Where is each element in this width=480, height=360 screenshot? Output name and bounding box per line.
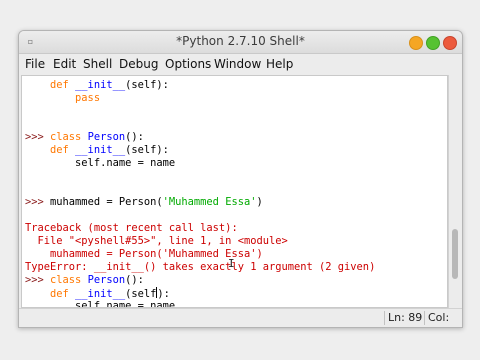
shell-line: def __init__(self):: [25, 144, 169, 157]
menu-shell[interactable]: Shell: [83, 57, 112, 71]
code-token: def: [25, 288, 76, 300]
shell-line: >>> class Person():: [25, 131, 144, 144]
code-token: pass: [75, 92, 101, 104]
code-token: ():: [125, 274, 144, 286]
shell-line: pass: [25, 92, 100, 105]
menu-bar: File Edit Shell Debug Options Window Hel…: [19, 54, 462, 74]
menu-window[interactable]: Window: [214, 57, 261, 71]
title-bar[interactable]: ▫ *Python 2.7.10 Shell*: [19, 31, 462, 54]
close-button[interactable]: [443, 36, 457, 50]
shell-line: self.name = name: [25, 300, 176, 308]
vertical-scrollbar[interactable]: [448, 75, 461, 308]
shell-line: >>> class Person():: [25, 274, 144, 287]
shell-line: File "<pyshell#55>", line 1, in <module>: [25, 235, 288, 248]
code-token: ):: [157, 288, 170, 300]
menu-file[interactable]: File: [25, 57, 45, 71]
minimize-button[interactable]: [409, 36, 423, 50]
code-token: def: [25, 79, 76, 91]
shell-line: self.name = name: [25, 157, 175, 170]
shell-line: >>> muhammed = Person('Muhammed Essa'): [25, 196, 263, 209]
window-title: *Python 2.7.10 Shell*: [176, 34, 305, 48]
code-token: >>>: [25, 196, 51, 208]
code-token: 'Muhammed Essa': [162, 196, 257, 208]
code-token: (self):: [125, 79, 169, 91]
shell-text-area[interactable]: def __init__(self): pass >>> class Person…: [21, 75, 448, 308]
code-token: __init__: [75, 79, 126, 91]
idle-shell-window: ▫ *Python 2.7.10 Shell* File Edit Shell …: [18, 30, 463, 328]
code-token: Traceback (most recent call last):: [25, 222, 238, 234]
menu-options[interactable]: Options: [165, 57, 211, 71]
text-cursor-icon: I: [228, 257, 235, 270]
code-token: class: [50, 274, 88, 286]
code-token: >>>: [25, 274, 51, 286]
shell-line: def __init__(self):: [25, 287, 170, 300]
column-number-status: Col: 18: [424, 311, 462, 327]
shell-line: def __init__(self):: [25, 79, 169, 92]
code-token: (self):: [125, 144, 169, 156]
line-number-status: Ln: 89: [384, 311, 428, 325]
code-token: >>>: [25, 131, 51, 143]
code-token: Person: [87, 131, 126, 143]
code-token: File "<pyshell#55>", line 1, in <module>: [25, 235, 288, 247]
status-bar: Ln: 89 Col: 18: [19, 308, 462, 327]
code-token: ():: [125, 131, 144, 143]
code-token: def: [25, 144, 76, 156]
code-token: TypeError: __init__() takes exactly 1 ar…: [25, 261, 376, 273]
menu-edit[interactable]: Edit: [53, 57, 76, 71]
menu-help[interactable]: Help: [266, 57, 293, 71]
shell-line: TypeError: __init__() takes exactly 1 ar…: [25, 261, 375, 274]
code-token: self.name = name: [25, 157, 176, 169]
code-token: ): [256, 196, 263, 208]
code-token: __init__: [75, 288, 126, 300]
shell-line: Traceback (most recent call last):: [25, 222, 238, 235]
menu-debug[interactable]: Debug: [119, 57, 158, 71]
code-token: class: [50, 131, 88, 143]
code-token: muhammed = Person(: [50, 196, 163, 208]
scrollbar-thumb[interactable]: [452, 229, 458, 279]
code-token: (self: [125, 288, 157, 300]
code-token: self.name = name: [25, 300, 176, 308]
code-token: __init__: [75, 144, 126, 156]
maximize-button[interactable]: [426, 36, 440, 50]
code-token: Person: [87, 274, 126, 286]
